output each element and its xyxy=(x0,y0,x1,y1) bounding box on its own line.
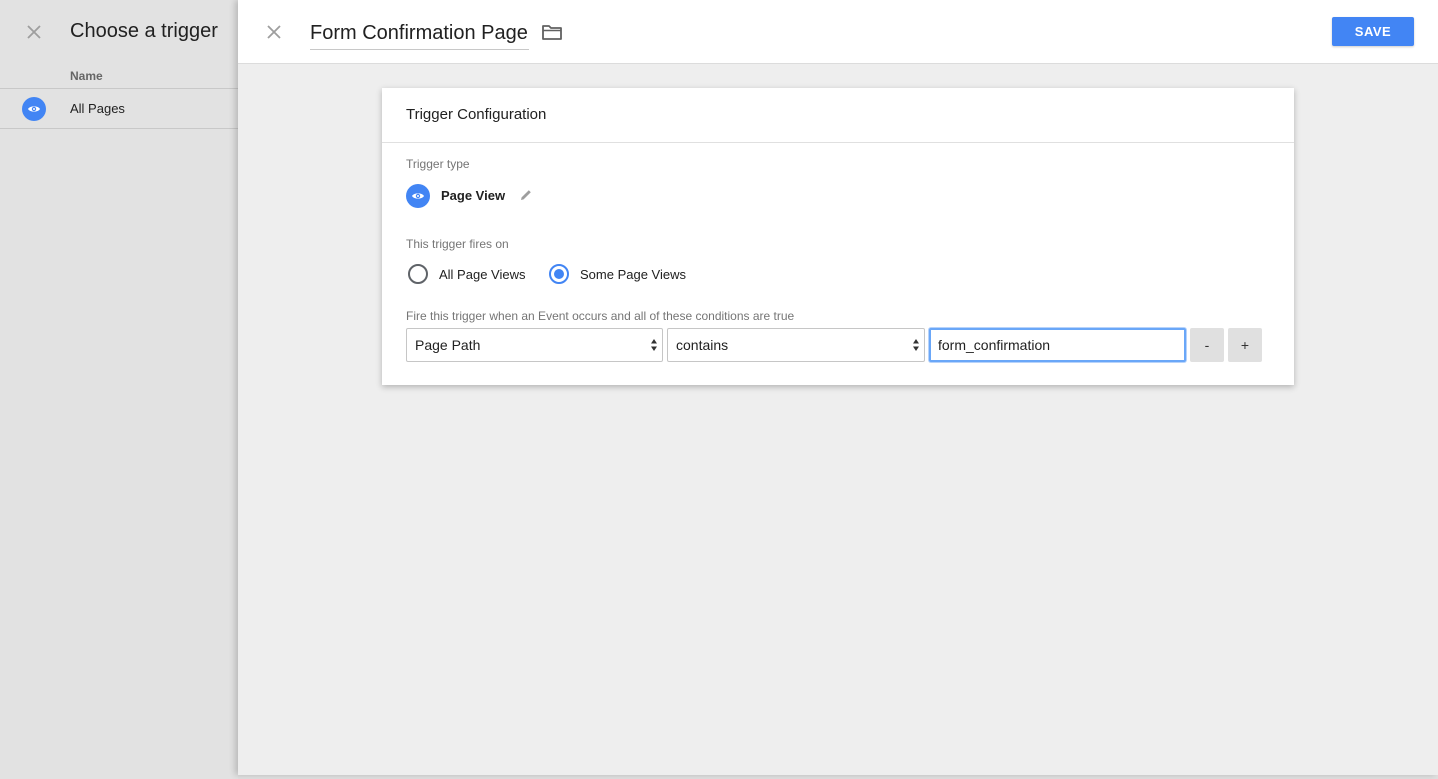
folder-icon[interactable] xyxy=(541,22,565,46)
radio-label: Some Page Views xyxy=(580,266,686,282)
trigger-type-name: Page View xyxy=(441,188,506,203)
close-editor-button[interactable] xyxy=(262,20,286,44)
close-panel-button[interactable] xyxy=(22,20,46,44)
condition-operator-value: contains xyxy=(676,337,729,353)
trigger-name-field[interactable]: Form Confirmation Page xyxy=(310,18,529,50)
select-arrows-icon xyxy=(651,339,657,351)
editor-header: Form Confirmation Page SAVE xyxy=(238,0,1438,64)
radio-all-page-views[interactable]: All Page Views xyxy=(408,264,525,284)
trigger-row-label: All Pages xyxy=(70,101,125,116)
radio-some-page-views[interactable]: Some Page Views xyxy=(549,264,686,284)
select-arrows-icon xyxy=(913,339,919,351)
trigger-type-label: Trigger type xyxy=(406,157,470,171)
condition-operator-select[interactable]: contains xyxy=(667,328,925,362)
fires-on-label: This trigger fires on xyxy=(406,237,509,251)
radio-label: All Page Views xyxy=(439,266,526,282)
choose-trigger-panel: Choose a trigger Name All Pages xyxy=(0,0,238,779)
condition-value-input[interactable] xyxy=(929,328,1186,362)
panel-title: Choose a trigger xyxy=(70,20,218,42)
trigger-editor-panel: Form Confirmation Page SAVE Trigger Conf… xyxy=(238,0,1438,775)
eye-icon xyxy=(22,97,46,121)
name-column-header: Name xyxy=(0,64,238,89)
add-condition-button[interactable]: + xyxy=(1228,328,1262,362)
condition-label: Fire this trigger when an Event occurs a… xyxy=(406,309,795,323)
trigger-row-all-pages[interactable]: All Pages xyxy=(0,89,238,129)
eye-icon xyxy=(406,184,430,208)
save-button[interactable]: SAVE xyxy=(1332,17,1414,46)
close-icon xyxy=(27,25,41,39)
condition-variable-value: Page Path xyxy=(415,337,481,353)
radio-circle[interactable] xyxy=(408,264,428,284)
radio-circle-selected[interactable] xyxy=(549,264,569,284)
card-title: Trigger Configuration xyxy=(382,88,1294,143)
trigger-configuration-card: Trigger Configuration Trigger type Page … xyxy=(382,88,1294,385)
close-icon xyxy=(267,25,281,39)
condition-variable-select[interactable]: Page Path xyxy=(406,328,663,362)
remove-condition-button[interactable]: - xyxy=(1190,328,1224,362)
pencil-icon[interactable] xyxy=(519,188,533,202)
choose-trigger-header: Choose a trigger xyxy=(0,0,238,64)
